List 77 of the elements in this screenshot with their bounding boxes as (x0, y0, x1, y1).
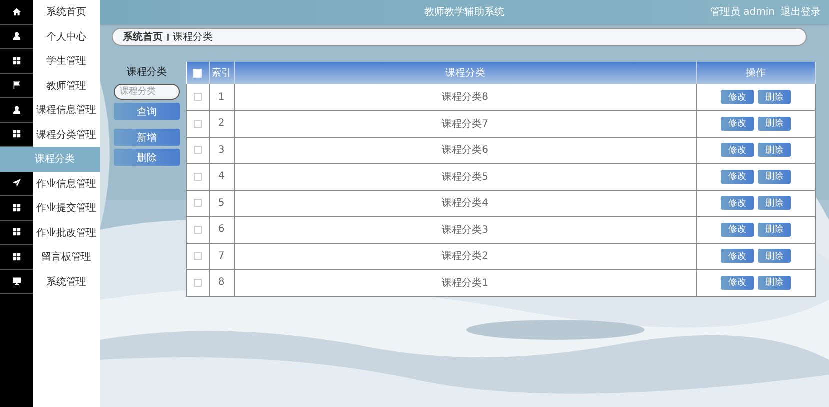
delete-button[interactable]: 删除 (758, 143, 791, 158)
delete-button[interactable]: 删除 (758, 276, 791, 290)
admin-user-label: 管理员 admin (710, 6, 775, 19)
delete-button[interactable]: 删除 (758, 222, 791, 237)
table-cell: 课程分类5 (442, 172, 488, 183)
table-cell: 3 (218, 144, 225, 156)
row-checkbox[interactable] (194, 252, 202, 260)
table-cell: 课程分类3 (442, 224, 488, 236)
table-cell: 课程分类7 (442, 118, 488, 130)
table-cell: 课程分类4 (442, 198, 488, 210)
breadcrumb-item[interactable]: 课程分类 (173, 30, 213, 44)
row-checkbox[interactable] (194, 278, 202, 287)
edit-button[interactable]: 修改 (721, 276, 754, 290)
menu-item[interactable]: 作业提交管理 (0, 196, 100, 220)
column-header: 操作 (746, 68, 766, 79)
menu-item[interactable]: 作业信息管理 (0, 172, 100, 196)
row-checkbox[interactable] (194, 172, 202, 181)
menu-item[interactable]: 系统首页 (0, 0, 100, 24)
delete-button[interactable]: 删除 (758, 90, 791, 104)
table-cell: 4 (218, 171, 225, 182)
grid-icon (12, 56, 20, 65)
menu-item[interactable]: 留言板管理 (0, 245, 100, 270)
paper-plane-icon (12, 179, 20, 188)
breadcrumb-item[interactable]: 系统首页 (123, 30, 163, 44)
edit-button[interactable]: 修改 (721, 222, 754, 237)
grid-icon (12, 252, 20, 261)
row-checkbox[interactable] (194, 199, 202, 208)
table-cell: 2 (218, 118, 225, 130)
table-cell: 7 (218, 250, 225, 262)
edit-button[interactable]: 修改 (721, 249, 754, 264)
edit-button[interactable]: 修改 (721, 196, 754, 210)
grid-icon (12, 228, 20, 236)
person-icon (12, 32, 20, 40)
menu-item[interactable]: 教师管理 (0, 74, 100, 98)
menu-item[interactable]: 作业批改管理 (0, 220, 100, 245)
system-title: 教师教学辅助系统 (424, 6, 504, 19)
delete-button[interactable]: 删除 (758, 116, 791, 131)
menu-item[interactable]: 个人中心 (0, 24, 100, 49)
query-button[interactable]: 查询 (114, 103, 180, 120)
table-cell: 1 (218, 92, 225, 102)
delete-button[interactable]: 删除 (758, 196, 791, 210)
add-button[interactable]: 新增 (114, 129, 180, 146)
edit-button[interactable]: 修改 (721, 90, 754, 104)
search-label: 课程分类 (126, 66, 168, 79)
menu-item[interactable]: 学生管理 (0, 49, 100, 74)
edit-button[interactable]: 修改 (721, 116, 754, 131)
delete-button[interactable]: 删除 (758, 249, 791, 264)
table-cell: 6 (218, 224, 225, 236)
edit-button[interactable]: 修改 (721, 143, 754, 158)
row-checkbox[interactable] (194, 146, 202, 154)
menu-item[interactable]: 系统管理 (0, 270, 100, 294)
person-icon (12, 106, 20, 114)
table-cell: 8 (218, 277, 225, 288)
grid-icon (12, 130, 20, 138)
separator-icon (167, 34, 169, 40)
menu-item[interactable]: 课程信息管理 (0, 98, 100, 122)
delete-button[interactable]: 删除 (758, 170, 791, 184)
flag-icon (12, 81, 20, 90)
table-cell: 课程分类8 (442, 92, 488, 103)
table-cell: 5 (218, 198, 225, 209)
delete-button[interactable]: 删除 (114, 149, 180, 166)
row-checkbox[interactable] (194, 226, 202, 234)
column-header: 索引 (212, 68, 232, 79)
search-field[interactable]: 课程分类 (114, 84, 180, 100)
table-cell: 课程分类6 (442, 145, 488, 156)
column-header: 课程分类 (445, 68, 486, 79)
monitor-icon (12, 277, 20, 286)
grid-icon (12, 204, 20, 212)
table-cell: 课程分类1 (442, 278, 488, 289)
row-checkbox[interactable] (194, 92, 202, 101)
logout-link[interactable]: 退出登录 (781, 5, 821, 19)
select-all-checkbox[interactable] (193, 68, 202, 78)
home-icon (12, 8, 20, 16)
table-cell: 课程分类2 (442, 251, 488, 262)
edit-button[interactable]: 修改 (721, 170, 754, 184)
row-checkbox[interactable] (194, 120, 202, 128)
menu-item[interactable]: 课程分类 (0, 147, 100, 172)
